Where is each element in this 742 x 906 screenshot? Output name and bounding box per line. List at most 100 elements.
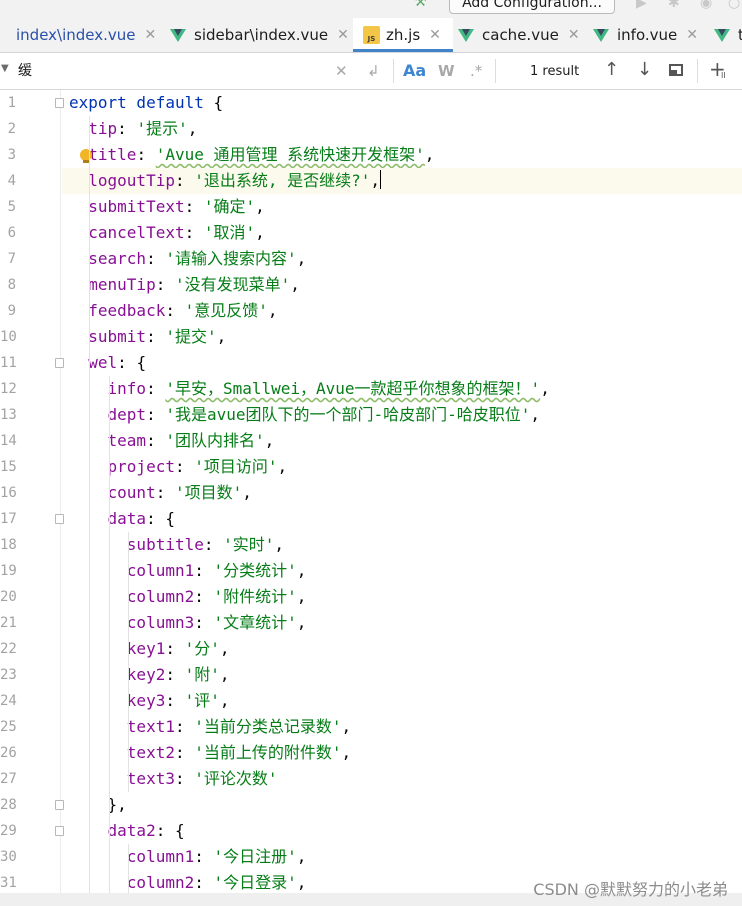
code-line[interactable]: submit: '提交', [62, 324, 742, 350]
code-token: cancelText [88, 223, 185, 242]
code-line[interactable]: submitText: '确定', [62, 194, 742, 220]
line-number: 15 [0, 459, 17, 475]
debug-icon[interactable]: ✱ [668, 0, 680, 11]
line-number: 30 [0, 849, 17, 865]
code-line[interactable]: key3: '评', [62, 688, 742, 714]
line-number: 23 [0, 667, 17, 683]
clear-search-icon[interactable]: ✕ [335, 61, 348, 81]
tab-info-vue[interactable]: info.vue ✕ [593, 18, 703, 52]
code-line[interactable]: logoutTip: '退出系统, 是否继续?', [62, 168, 742, 194]
close-icon[interactable]: ✕ [429, 27, 441, 43]
code-token: , [277, 457, 288, 476]
regex-toggle[interactable]: .* [470, 61, 482, 81]
code-line[interactable]: count: '项目数', [62, 480, 742, 506]
code-token: : [194, 873, 214, 892]
line-number: 19 [0, 563, 17, 579]
build-hammer-icon[interactable]: ⚒ [414, 0, 427, 10]
words-toggle[interactable]: W [438, 61, 455, 81]
tab-index-vue[interactable]: index\index.vue ✕ [0, 18, 158, 52]
code-line[interactable]: data2: { [62, 818, 742, 844]
code-token: , [219, 639, 230, 658]
code-token: , [296, 613, 307, 632]
code-line[interactable]: column1: '分类统计', [62, 558, 742, 584]
code-line[interactable]: tip: '提示', [62, 116, 742, 142]
divider [393, 59, 394, 83]
code-token: '评' [184, 691, 220, 710]
close-icon[interactable]: ✕ [686, 27, 698, 43]
code-token: , [219, 691, 230, 710]
code-line[interactable]: project: '项目访问', [62, 454, 742, 480]
tab-sidebar-index-vue[interactable]: sidebar\index.vue ✕ [170, 18, 353, 52]
tab-cache-vue[interactable]: cache.vue ✕ [458, 18, 586, 52]
profile-icon[interactable]: ○ [728, 0, 740, 11]
code-token: tip [88, 119, 118, 138]
add-configuration-button[interactable]: Add Configuration... [449, 0, 615, 14]
coverage-icon[interactable]: ◉ [700, 0, 712, 11]
code-token: '我是avue团队下的一个部门-哈皮部门-哈皮职位' [165, 405, 531, 424]
next-occurrence-arrow-down-icon[interactable]: ↓ [637, 59, 652, 81]
code-line[interactable]: text3: '评论次数' [62, 766, 742, 792]
find-input[interactable]: 缓 [18, 59, 32, 83]
line-number: 4 [7, 173, 16, 189]
match-case-toggle[interactable]: Aa [403, 61, 426, 81]
tab-zh-js[interactable]: JS zh.js ✕ [353, 18, 453, 52]
indent-guide [89, 116, 90, 893]
code-line[interactable]: cancelText: '取消', [62, 220, 742, 246]
fold-marker-icon[interactable] [55, 800, 64, 810]
fold-marker-icon[interactable] [55, 826, 64, 836]
code-line[interactable]: text2: '当前上传的附件数', [62, 740, 742, 766]
find-bar: ▼ 缓 ✕ ↲ Aa W .* 1 result ↑ ↓ + II [0, 53, 742, 90]
code-line[interactable]: wel: { [62, 350, 742, 376]
code-line[interactable]: text1: '当前分类总记录数', [62, 714, 742, 740]
search-history-icon[interactable]: ▼ [1, 63, 9, 74]
code-token: '请输入搜索内容' [165, 249, 297, 268]
line-number: 17 [0, 511, 17, 527]
code-line[interactable]: title: 'Avue 通用管理 系统快速开发框架', [62, 142, 742, 168]
lightbulb-intention-icon[interactable] [80, 149, 92, 163]
code-token: , [530, 405, 541, 424]
fold-marker-icon[interactable] [55, 514, 64, 524]
code-line[interactable]: column3: '文章统计', [62, 610, 742, 636]
code-token: key2 [126, 665, 166, 684]
code-token: '今日注册' [213, 847, 297, 866]
close-icon[interactable]: ✕ [568, 27, 580, 43]
code-line[interactable]: info: '早安，Smallwei，Avue一款超乎你想象的框架！', [62, 376, 742, 402]
close-icon[interactable]: ✕ [337, 27, 349, 43]
code-line[interactable]: column2: '附件统计', [62, 584, 742, 610]
code-token: : [155, 483, 175, 502]
fold-marker-icon[interactable] [55, 358, 64, 368]
code-line[interactable]: subtitle: '实时', [62, 532, 742, 558]
code-line[interactable]: key1: '分', [62, 636, 742, 662]
code-token: : { [117, 353, 147, 372]
code-line[interactable]: feedback: '意见反馈', [62, 298, 742, 324]
tab-t[interactable]: t [714, 18, 742, 52]
code-line[interactable]: data: { [62, 506, 742, 532]
code-line[interactable]: search: '请输入搜索内容', [62, 246, 742, 272]
code-token: text3 [126, 769, 175, 788]
code-line[interactable]: column1: '今日注册', [62, 844, 742, 870]
vue-icon [714, 28, 730, 42]
line-number: 21 [0, 615, 17, 631]
code-token: : [174, 743, 195, 762]
code-line[interactable]: team: '团队内排名', [62, 428, 742, 454]
code-line[interactable]: dept: '我是avue团队下的一个部门-哈皮部门-哈皮职位', [62, 402, 742, 428]
code-token: submit [88, 327, 147, 346]
code-token: , [296, 587, 307, 606]
code-token: project [107, 457, 175, 476]
code-line[interactable]: menuTip: '没有发现菜单', [62, 272, 742, 298]
code-editor[interactable]: export default { tip: '提示', title: 'Avue… [0, 90, 742, 893]
code-line[interactable]: export default { [62, 90, 742, 116]
fold-marker-icon[interactable] [55, 98, 64, 108]
previous-occurrence-arrow-up-icon[interactable]: ↑ [604, 59, 619, 81]
code-line[interactable]: }, [62, 792, 742, 818]
run-icon[interactable]: ▶ [636, 0, 647, 11]
new-line-icon[interactable]: ↲ [367, 61, 380, 81]
select-all-occurrences-icon[interactable] [669, 64, 683, 76]
close-icon[interactable]: ✕ [145, 27, 157, 43]
code-line[interactable]: key2: '附', [62, 662, 742, 688]
code-token: '项目访问' [194, 457, 278, 476]
code-token: : [174, 171, 195, 190]
